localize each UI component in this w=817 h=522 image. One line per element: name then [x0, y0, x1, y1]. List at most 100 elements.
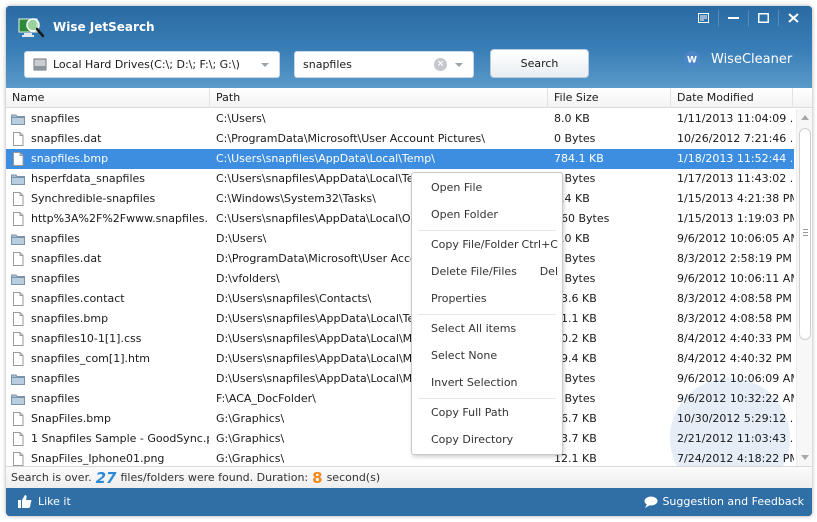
column-header-file-size[interactable]: File Size	[548, 88, 671, 108]
cell-name: hsperfdata_snapfiles	[31, 172, 146, 185]
menu-item-select-none[interactable]: Select None	[412, 342, 562, 369]
table-row[interactable]: snapfiles.contact D:\Users\snapfiles\Cont…	[6, 289, 794, 309]
cell-name: snapfiles.bmp	[31, 312, 109, 325]
scroll-down-arrow-icon[interactable]	[801, 455, 809, 460]
menu-item-delete-file-files[interactable]: Delete File/Files Del	[412, 258, 562, 285]
menu-item-label: Open Folder	[431, 208, 498, 221]
table-row[interactable]: snapfiles.bmp D:\Users\snapfiles\AppData\…	[6, 309, 794, 329]
app-window: Wise JetSearch Local Hard Drives(C:\; D:…	[6, 6, 812, 516]
cell-date-modified: 1/17/2013 11:43:02 ...	[677, 172, 794, 185]
cell-date-modified: 9/6/2012 10:32:22 AM	[677, 392, 794, 405]
table-row[interactable]: snapfiles.bmp C:\Users\snapfiles\AppData\…	[6, 149, 794, 169]
menu-button[interactable]	[690, 8, 716, 28]
cell-name: snapfiles10-1[1].css	[31, 332, 142, 345]
cell-name: snapfiles.contact	[31, 292, 125, 305]
table-row[interactable]: SnapFiles.bmp G:\Graphics\ 36.7 KB 10/30/20…	[6, 409, 794, 429]
cell-date-modified: 9/6/2012 10:06:09 AM	[677, 372, 794, 385]
search-field[interactable]: ×	[294, 51, 474, 78]
minimize-button[interactable]	[720, 8, 746, 28]
menu-item-select-all-items[interactable]: Select All items	[412, 315, 562, 342]
feedback-label: Suggestion and Feedback	[662, 495, 804, 508]
drive-select[interactable]: Local Hard Drives(C:\; D:\; F:\; G:\)	[24, 51, 280, 78]
table-body: snapfiles C:\Users\ 8.0 KB 1/11/2013 11:04:…	[6, 109, 794, 469]
cell-date-modified: 9/6/2012 10:06:11 AM	[677, 272, 794, 285]
table-row[interactable]: snapfiles_com[1].htm D:\Users\snapfiles\A…	[6, 349, 794, 369]
status-suffix: second(s)	[326, 471, 381, 484]
column-header-date-modified[interactable]: Date Modified	[671, 88, 793, 108]
table-row[interactable]: snapfiles C:\Users\ 8.0 KB 1/11/2013 11:04:…	[6, 109, 794, 129]
cell-name: snapfiles	[31, 272, 80, 285]
cell-name: snapfiles	[31, 112, 80, 125]
menu-item-open-folder[interactable]: Open Folder	[412, 201, 562, 228]
like-it-button[interactable]: Like it	[18, 495, 71, 508]
cell-name: snapfiles.dat	[31, 252, 102, 265]
cell-date-modified: 1/18/2013 11:52:44 ...	[677, 152, 794, 165]
search-input[interactable]	[303, 58, 434, 71]
cell-file-size: 784.1 KB	[554, 152, 604, 165]
table-row[interactable]: snapfiles D:\vfolders\ 0 Bytes 9/6/2012 10:…	[6, 269, 794, 289]
vertical-scrollbar[interactable]	[796, 109, 812, 466]
file-icon	[11, 452, 25, 466]
menu-item-invert-selection[interactable]: Invert Selection	[412, 369, 562, 396]
status-middle: files/folders were found. Duration:	[120, 471, 309, 484]
table-row[interactable]: snapfiles D:\Users\ 8.0 KB 9/6/2012 10:06:0…	[6, 229, 794, 249]
menu-item-copy-directory[interactable]: Copy Directory	[412, 426, 562, 453]
table-row[interactable]: http%3A%2F%2Fwww.snapfiles... C:\Users\sn…	[6, 209, 794, 229]
file-icon	[11, 152, 25, 166]
cell-date-modified: 10/30/2012 5:29:12 ...	[677, 412, 794, 425]
menu-item-copy-full-path[interactable]: Copy Full Path	[412, 399, 562, 426]
chevron-down-icon[interactable]	[261, 62, 269, 67]
context-menu: Open File Open Folder Copy File/Folder Ctrl…	[411, 172, 563, 455]
menu-item-properties[interactable]: Properties	[412, 285, 562, 312]
scrollbar-thumb[interactable]	[799, 128, 811, 340]
table-row[interactable]: snapfiles F:\ACA_DocFolder\ 0 Bytes 9/6/201…	[6, 389, 794, 409]
search-button[interactable]: Search	[490, 49, 589, 78]
cell-name: snapfiles	[31, 392, 80, 405]
cell-file-size: 0 Bytes	[554, 392, 596, 405]
file-icon	[11, 212, 25, 226]
app-logo-icon	[18, 18, 45, 38]
column-header-name[interactable]: Name	[6, 88, 210, 108]
cell-file-size: 39.4 KB	[554, 352, 597, 365]
cell-path: C:\ProgramData\Microsoft\User Account Pi…	[216, 132, 485, 145]
folder-icon	[11, 232, 25, 246]
cell-name: snapfiles	[31, 372, 80, 385]
menu-icon	[697, 13, 709, 23]
table-row[interactable]: snapfiles.dat D:\ProgramData\Microsoft\Us…	[6, 249, 794, 269]
table-row[interactable]: snapfiles.dat C:\ProgramData\Microsoft\Us…	[6, 129, 794, 149]
search-history-chevron-icon[interactable]	[455, 62, 463, 67]
file-icon	[11, 132, 25, 146]
cell-file-size: 3.4 KB	[554, 192, 590, 205]
cell-date-modified: 1/11/2013 11:04:09 ...	[677, 112, 794, 125]
column-header-path[interactable]: Path	[210, 88, 548, 108]
cell-file-size: 30.2 KB	[554, 332, 597, 345]
table-row[interactable]: snapfiles10-1[1].css D:\Users\snapfiles\A…	[6, 329, 794, 349]
table-row[interactable]: snapfiles D:\Users\snapfiles\AppData\Loca…	[6, 369, 794, 389]
menu-item-open-file[interactable]: Open File	[412, 174, 562, 201]
cell-file-size: 53.7 KB	[554, 432, 597, 445]
file-icon	[11, 252, 25, 266]
duration-value: 8	[312, 468, 323, 487]
cell-name: snapfiles.bmp	[31, 152, 109, 165]
menu-item-label: Invert Selection	[431, 376, 518, 389]
brand[interactable]: W WiseCleaner	[683, 50, 792, 68]
grip-icon	[803, 229, 808, 236]
status-bar: Search is over. 27 files/folders were fo…	[6, 466, 812, 488]
table-row[interactable]: hsperfdata_snapfiles C:\Users\snapfiles\A…	[6, 169, 794, 189]
cell-file-size: 0 Bytes	[554, 172, 596, 185]
folder-icon	[11, 172, 25, 186]
cell-path: C:\Users\	[216, 112, 266, 125]
file-icon	[11, 312, 25, 326]
table-row[interactable]: 1 Snapfiles Sample - GoodSync.png G:\Grap…	[6, 429, 794, 449]
close-button[interactable]	[780, 8, 806, 28]
cell-name: snapfiles	[31, 232, 80, 245]
cell-file-size: 0 Bytes	[554, 372, 596, 385]
scroll-up-arrow-icon[interactable]	[801, 115, 809, 120]
clear-search-icon[interactable]: ×	[434, 58, 447, 71]
cell-name: snapfiles_com[1].htm	[31, 352, 150, 365]
cell-file-size: 43.6 KB	[554, 292, 597, 305]
menu-item-copy-file-folder[interactable]: Copy File/Folder Ctrl+C	[412, 231, 562, 258]
table-row[interactable]: Synchredible-snapfiles C:\Windows\System3…	[6, 189, 794, 209]
maximize-button[interactable]	[750, 8, 776, 28]
feedback-button[interactable]: Suggestion and Feedback	[644, 495, 804, 508]
